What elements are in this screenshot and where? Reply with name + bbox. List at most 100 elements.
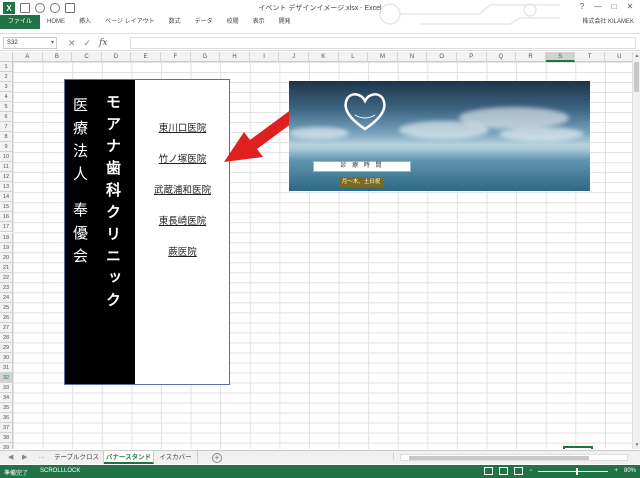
row-header[interactable]: 14 — [0, 192, 13, 203]
row-header[interactable]: 15 — [0, 202, 13, 213]
name-box[interactable]: S32 ▾ — [3, 37, 57, 49]
column-header[interactable]: N — [397, 52, 428, 62]
row-header[interactable]: 25 — [0, 302, 13, 313]
page-layout-view-icon[interactable] — [498, 467, 508, 475]
active-cell[interactable] — [563, 446, 593, 449]
row-header[interactable]: 27 — [0, 322, 13, 333]
row-header[interactable]: 1 — [0, 62, 13, 73]
row-header[interactable]: 16 — [0, 212, 13, 223]
column-header[interactable]: F — [161, 52, 191, 62]
row-header[interactable]: 29 — [0, 342, 13, 353]
row-header[interactable]: 28 — [0, 332, 13, 343]
row-header[interactable]: 8 — [0, 132, 13, 143]
banner-stand-shape[interactable]: モアナ歯科クリニック 医療法人 奉優会 東川口医院 竹ノ塚医院 武蔵浦和医院 東… — [64, 79, 230, 385]
sheet-tab-chair-cover[interactable]: イスカバー — [154, 451, 198, 464]
row-header[interactable]: 6 — [0, 112, 13, 123]
row-header[interactable]: 19 — [0, 242, 13, 253]
chevron-down-icon[interactable]: ▾ — [51, 38, 54, 48]
column-header[interactable]: M — [368, 52, 398, 62]
scroll-thumb[interactable] — [634, 62, 639, 92]
select-all-corner[interactable] — [0, 52, 13, 62]
column-header[interactable]: K — [309, 52, 339, 62]
vertical-scrollbar[interactable]: ▲ ▼ — [632, 52, 640, 449]
row-header[interactable]: 10 — [0, 152, 13, 163]
row-header[interactable]: 21 — [0, 262, 13, 273]
column-header[interactable]: S — [545, 52, 576, 62]
row-header[interactable]: 17 — [0, 222, 13, 233]
row-header[interactable]: 34 — [0, 392, 13, 403]
row-header[interactable]: 32 — [0, 372, 13, 383]
column-header[interactable]: R — [516, 52, 546, 62]
hscroll-thumb[interactable] — [409, 456, 589, 460]
tab-developer[interactable]: 開発 — [272, 15, 298, 29]
normal-view-icon[interactable] — [483, 467, 493, 475]
column-header[interactable]: I — [249, 52, 280, 62]
row-header[interactable]: 36 — [0, 413, 13, 424]
scroll-up-icon[interactable]: ▲ — [633, 53, 640, 59]
formula-input[interactable] — [130, 37, 636, 49]
tab-insert[interactable]: 挿入 — [72, 15, 98, 29]
column-header[interactable]: J — [279, 52, 309, 62]
row-header[interactable]: 33 — [0, 382, 13, 393]
close-button[interactable]: ✕ — [622, 0, 638, 13]
row-header[interactable]: 23 — [0, 282, 13, 293]
add-sheet-icon[interactable]: + — [212, 453, 222, 463]
horizontal-scrollbar[interactable] — [400, 454, 628, 461]
scroll-down-icon[interactable]: ▼ — [633, 442, 640, 448]
row-header[interactable]: 11 — [0, 162, 13, 173]
row-header[interactable]: 4 — [0, 92, 13, 103]
row-header[interactable]: 20 — [0, 252, 13, 263]
tab-view[interactable]: 表示 — [246, 15, 272, 29]
row-header[interactable]: 9 — [0, 142, 13, 153]
help-button[interactable]: ? — [574, 0, 590, 13]
row-header[interactable]: 5 — [0, 102, 13, 113]
row-header[interactable]: 22 — [0, 272, 13, 283]
tab-review[interactable]: 校閲 — [220, 15, 246, 29]
account-name[interactable]: 株式会社 KILAMEK — [582, 16, 634, 25]
column-header[interactable]: D — [101, 52, 132, 62]
tab-home[interactable]: HOME — [40, 15, 72, 29]
cancel-icon[interactable]: ✕ — [68, 38, 76, 49]
maximize-button[interactable]: □ — [606, 0, 622, 13]
row-header[interactable]: 24 — [0, 292, 13, 303]
row-header[interactable]: 37 — [0, 423, 13, 434]
zoom-level[interactable]: 80% — [624, 468, 636, 474]
column-header[interactable]: L — [338, 52, 369, 62]
tab-formulas[interactable]: 数式 — [162, 15, 188, 29]
row-header[interactable]: 7 — [0, 122, 13, 133]
row-header[interactable]: 38 — [0, 433, 13, 444]
column-header[interactable]: Q — [486, 52, 517, 62]
tab-file[interactable]: ファイル — [0, 15, 41, 29]
tab-split-handle[interactable]: ⋮ — [390, 452, 397, 460]
prev-sheet-icon[interactable]: ◀ — [8, 453, 13, 461]
minimize-button[interactable]: — — [590, 0, 606, 13]
clinic-link[interactable]: 蕨医院 — [135, 244, 230, 258]
column-header[interactable]: P — [457, 52, 487, 62]
row-header[interactable]: 13 — [0, 182, 13, 193]
column-header[interactable]: B — [42, 52, 73, 62]
column-header[interactable]: T — [575, 52, 605, 62]
sheet-tab-banner-stand[interactable]: バナースタンド — [104, 451, 154, 464]
column-header[interactable]: G — [190, 52, 221, 62]
row-header[interactable]: 2 — [0, 72, 13, 83]
row-header[interactable]: 35 — [0, 403, 13, 414]
row-header[interactable]: 12 — [0, 172, 13, 183]
column-header[interactable]: E — [131, 52, 161, 62]
tab-page-layout[interactable]: ページ レイアウト — [98, 15, 162, 29]
sheet-tab-tablecloth[interactable]: テーブルクロス — [50, 451, 104, 464]
column-header[interactable]: H — [220, 52, 250, 62]
sea-photo-banner[interactable]: 診 療 時 間 月〜木、土日祝 — [289, 81, 590, 191]
row-header[interactable]: 26 — [0, 312, 13, 323]
row-header[interactable]: 3 — [0, 82, 13, 93]
page-break-view-icon[interactable] — [513, 467, 523, 475]
insert-function-icon[interactable]: fx — [99, 38, 107, 48]
confirm-icon[interactable]: ✓ — [84, 38, 92, 49]
column-header[interactable]: A — [13, 52, 43, 62]
column-header[interactable]: O — [427, 52, 457, 62]
zoom-slider[interactable] — [538, 467, 609, 475]
column-header[interactable]: U — [605, 52, 632, 62]
clinic-link[interactable]: 東長崎医院 — [135, 213, 230, 227]
tab-data[interactable]: データ — [188, 15, 220, 29]
column-header[interactable]: C — [72, 52, 102, 62]
zoom-in-icon[interactable]: + — [614, 468, 618, 474]
